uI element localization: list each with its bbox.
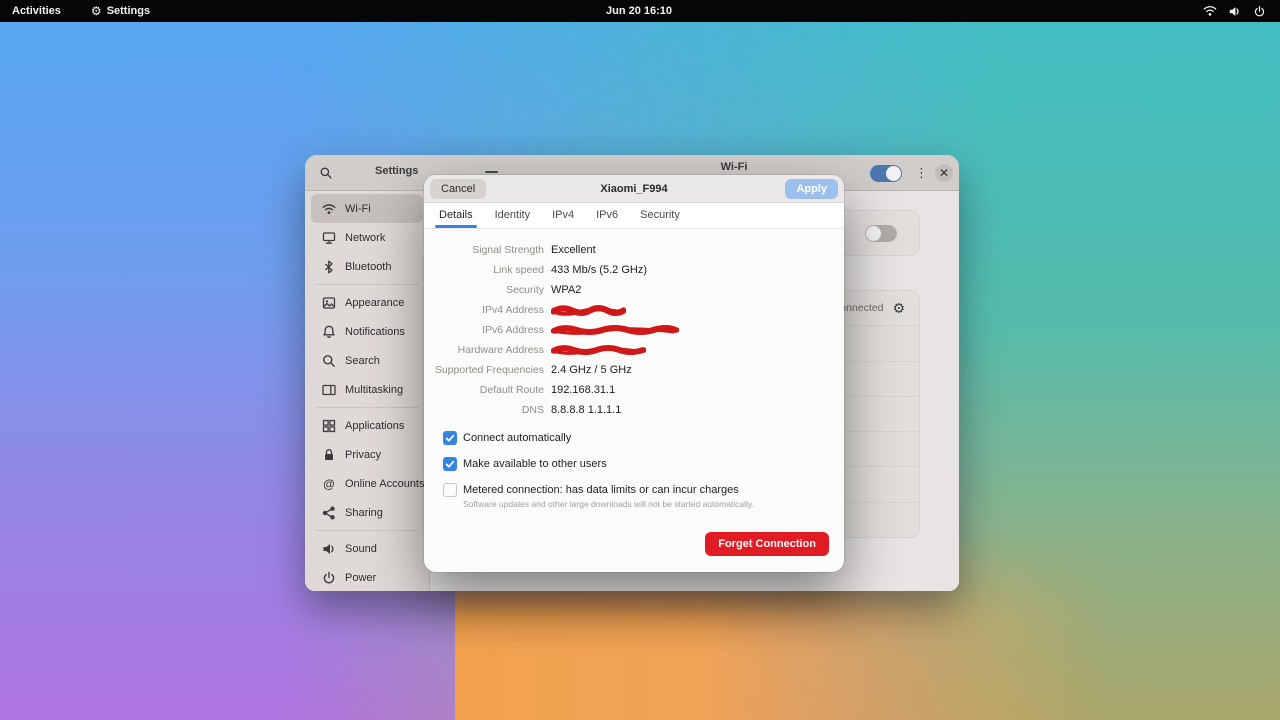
wifi-icon [321, 201, 337, 217]
pane-title: Wi-Fi [709, 161, 759, 173]
power-icon[interactable] [1253, 5, 1266, 18]
detail-row: Supported Frequencies 2.4 GHz / 5 GHz [432, 360, 836, 380]
make-available-option[interactable]: Make available to other users [443, 457, 828, 471]
bluetooth-icon [321, 259, 337, 275]
link-speed-value: 433 Mb/s (5.2 GHz) [551, 264, 647, 276]
hardware-redaction-scribble [551, 345, 646, 355]
search-icon [321, 353, 337, 369]
multitasking-icon [321, 382, 337, 398]
tab-details[interactable]: Details [428, 203, 484, 228]
dialog-tabbar: Details Identity IPv4 IPv6 Security [424, 203, 844, 229]
connection-options: Connect automatically Make available to … [443, 431, 828, 521]
ipv4-redaction-scribble [551, 305, 626, 316]
signal-strength-value: Excellent [551, 244, 596, 256]
detail-row: Signal Strength Excellent [432, 240, 836, 260]
airplane-mode-toggle[interactable] [865, 225, 897, 242]
sidebar-divider [315, 530, 419, 531]
power-icon [321, 570, 337, 586]
sidebar-item-sharing[interactable]: Sharing [311, 498, 423, 527]
checkbox-checked-icon[interactable] [443, 431, 457, 445]
sidebar-item-network[interactable]: Network [311, 223, 423, 252]
close-button[interactable]: ✕ [935, 164, 953, 182]
checkbox-checked-icon[interactable] [443, 457, 457, 471]
wifi-connection-dialog: Xiaomi_F994 Cancel Apply Details Identit… [424, 175, 844, 572]
detail-row: Link speed 433 Mb/s (5.2 GHz) [432, 260, 836, 280]
dns-value: 8.8.8.8 1.1.1.1 [551, 404, 621, 416]
connect-automatically-option[interactable]: Connect automatically [443, 431, 828, 445]
dialog-title: Xiaomi_F994 [424, 175, 844, 203]
detail-row: IPv4 Address [432, 300, 836, 320]
privacy-lock-icon [321, 447, 337, 463]
cancel-button[interactable]: Cancel [430, 179, 486, 199]
detail-row: Default Route 192.168.31.1 [432, 380, 836, 400]
dialog-header: Xiaomi_F994 Cancel Apply [424, 175, 844, 203]
focused-app-label: Settings [107, 5, 150, 17]
sidebar-item-power[interactable]: Power [311, 563, 423, 591]
tab-security[interactable]: Security [629, 203, 691, 228]
tab-ipv4[interactable]: IPv4 [541, 203, 585, 228]
applications-icon [321, 418, 337, 434]
wifi-enabled-toggle[interactable] [870, 165, 902, 182]
sharing-icon [321, 505, 337, 521]
menu-kebab-icon[interactable]: ⋮ [915, 163, 928, 183]
clock[interactable]: Jun 20 16:10 [606, 5, 672, 17]
window-title: Settings [375, 165, 418, 177]
volume-icon[interactable] [1228, 5, 1242, 18]
sidebar-item-applications[interactable]: Applications [311, 411, 423, 440]
sidebar-item-search[interactable]: Search [311, 346, 423, 375]
at-icon: @ [321, 476, 337, 492]
checkbox-unchecked-icon[interactable] [443, 483, 457, 497]
sidebar-item-wifi[interactable]: Wi-Fi [311, 194, 423, 223]
detail-row: Security WPA2 [432, 280, 836, 300]
details-rows: Signal Strength Excellent Link speed 433… [432, 240, 836, 420]
metered-subtext: Software updates and other large downloa… [463, 499, 754, 509]
detail-row: Hardware Address [432, 340, 836, 360]
top-bar: Activities ⚙ Settings Jun 20 16:10 [0, 0, 1280, 22]
network-icon [321, 230, 337, 246]
sidebar-item-notifications[interactable]: Notifications [311, 317, 423, 346]
activities-button[interactable]: Activities [12, 5, 61, 17]
security-value: WPA2 [551, 284, 581, 296]
forget-connection-button[interactable]: Forget Connection [705, 532, 829, 556]
default-route-value: 192.168.31.1 [551, 384, 615, 396]
gear-icon[interactable]: ⚙ [892, 300, 905, 317]
wifi-status-icon[interactable] [1203, 5, 1217, 17]
tab-identity[interactable]: Identity [484, 203, 541, 228]
sidebar-item-bluetooth[interactable]: Bluetooth [311, 252, 423, 281]
minimize-button[interactable] [485, 171, 498, 173]
sidebar-divider [315, 407, 419, 408]
detail-row: IPv6 Address [432, 320, 836, 340]
tab-ipv6[interactable]: IPv6 [585, 203, 629, 228]
sidebar-item-online-accounts[interactable]: @ Online Accounts [311, 469, 423, 498]
ipv6-redaction-scribble [551, 325, 679, 335]
appearance-icon [321, 295, 337, 311]
focused-app-indicator[interactable]: ⚙ Settings [91, 5, 150, 17]
sidebar-item-appearance[interactable]: Appearance [311, 288, 423, 317]
supported-frequencies-value: 2.4 GHz / 5 GHz [551, 364, 632, 376]
metered-connection-option[interactable]: Metered connection: has data limits or c… [443, 483, 828, 509]
search-icon[interactable] [319, 166, 333, 185]
gear-icon: ⚙ [91, 5, 102, 17]
desktop: Activities ⚙ Settings Jun 20 16:10 [0, 0, 1280, 720]
sidebar-item-multitasking[interactable]: Multitasking [311, 375, 423, 404]
sidebar-item-privacy[interactable]: Privacy [311, 440, 423, 469]
sidebar: Wi-Fi Network Bluetooth [305, 191, 430, 591]
sound-icon [321, 541, 337, 557]
bell-icon [321, 324, 337, 340]
sidebar-item-sound[interactable]: Sound [311, 534, 423, 563]
apply-button[interactable]: Apply [785, 179, 838, 199]
detail-row: DNS 8.8.8.8 1.1.1.1 [432, 400, 836, 420]
sidebar-divider [315, 284, 419, 285]
